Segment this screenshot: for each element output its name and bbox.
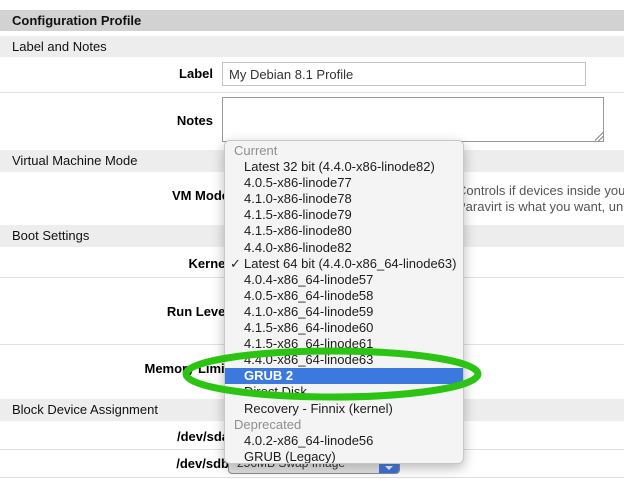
checkmark-icon: ✓: [230, 256, 241, 272]
menu-item[interactable]: 4.1.5-x86-linode79: [225, 207, 463, 223]
menu-item-label: 4.1.5-x86_64-linode61: [244, 336, 373, 351]
menu-item[interactable]: 4.1.5-x86_64-linode60: [225, 320, 463, 336]
section-label-and-notes: Label and Notes: [0, 36, 624, 57]
menu-item-label: Deprecated: [234, 417, 301, 432]
menu-item[interactable]: 4.0.5-x86_64-linode58: [225, 288, 463, 304]
menu-item-label: 4.0.5-x86_64-linode58: [244, 288, 373, 303]
menu-item[interactable]: Latest 32 bit (4.4.0-x86-linode82): [225, 159, 463, 175]
label-input[interactable]: [222, 62, 586, 86]
menu-item-label: Direct Disk: [244, 384, 307, 399]
menu-group-label: Deprecated: [225, 417, 463, 433]
menu-item[interactable]: 4.4.0-x86-linode82: [225, 240, 463, 256]
kernel-label: Kernel: [0, 256, 238, 271]
menu-group-label: Current: [225, 143, 463, 159]
label-field-label: Label: [0, 66, 222, 81]
memory-limit-label: Memory Limit: [0, 361, 238, 376]
menu-item[interactable]: ✓Latest 64 bit (4.4.0-x86_64-linode63): [225, 256, 463, 272]
menu-item[interactable]: Recovery - Finnix (kernel): [225, 401, 463, 417]
notes-field-label: Notes: [0, 113, 222, 128]
dev-sdb-label: /dev/sdb: [0, 456, 238, 471]
menu-item-label: 4.0.2-x86_64-linode56: [244, 433, 373, 448]
menu-item-label: 4.1.0-x86-linode78: [244, 191, 352, 206]
menu-item[interactable]: 4.1.0-x86-linode78: [225, 191, 463, 207]
menu-item-label: 4.1.5-x86_64-linode60: [244, 320, 373, 335]
notes-textarea[interactable]: [222, 97, 604, 142]
menu-item[interactable]: 4.1.0-x86_64-linode59: [225, 304, 463, 320]
menu-item-label: Latest 64 bit (4.4.0-x86_64-linode63): [244, 256, 456, 271]
run-level-label: Run Level: [0, 304, 238, 319]
menu-item[interactable]: Direct Disk: [225, 384, 463, 400]
vm-mode-help-text: Controls if devices inside your Paravirt…: [457, 183, 624, 215]
divider: [0, 92, 624, 93]
menu-item[interactable]: 4.4.0-x86_64-linode63: [225, 352, 463, 368]
vm-mode-label: VM Mode: [0, 188, 238, 203]
menu-item-label: Latest 32 bit (4.4.0-x86-linode82): [244, 159, 435, 174]
divider: [0, 477, 624, 478]
menu-item[interactable]: 4.1.5-x86-linode80: [225, 223, 463, 239]
menu-item-label: Recovery - Finnix (kernel): [244, 401, 393, 416]
menu-item[interactable]: 4.0.5-x86-linode77: [225, 175, 463, 191]
menu-item[interactable]: 4.0.2-x86_64-linode56: [225, 433, 463, 449]
page-title: Configuration Profile: [0, 10, 624, 31]
menu-item-label: 4.1.5-x86-linode79: [244, 207, 352, 222]
menu-item-label: 4.4.0-x86_64-linode63: [244, 352, 373, 367]
menu-item-selected[interactable]: GRUB 2: [224, 368, 464, 384]
menu-item-label: 4.1.0-x86_64-linode59: [244, 304, 373, 319]
menu-item-label: GRUB (Legacy): [244, 449, 336, 464]
menu-item-label: Current: [234, 143, 277, 158]
menu-item-label: 4.4.0-x86-linode82: [244, 240, 352, 255]
menu-item-label: 4.0.4-x86_64-linode57: [244, 272, 373, 287]
menu-item[interactable]: GRUB (Legacy): [225, 449, 463, 464]
textarea-resize-handle-icon[interactable]: [595, 132, 604, 141]
kernel-dropdown: CurrentLatest 32 bit (4.4.0-x86-linode82…: [224, 140, 464, 464]
menu-item-label: 4.0.5-x86-linode77: [244, 175, 352, 190]
menu-item[interactable]: 4.0.4-x86_64-linode57: [225, 272, 463, 288]
menu-item[interactable]: 4.1.5-x86_64-linode61: [225, 336, 463, 352]
configuration-profile-page: Configuration Profile Label and Notes Vi…: [0, 0, 624, 479]
menu-item-label: GRUB 2: [244, 368, 293, 383]
menu-item-label: 4.1.5-x86-linode80: [244, 223, 352, 238]
dev-sda-label: /dev/sda: [0, 429, 238, 444]
